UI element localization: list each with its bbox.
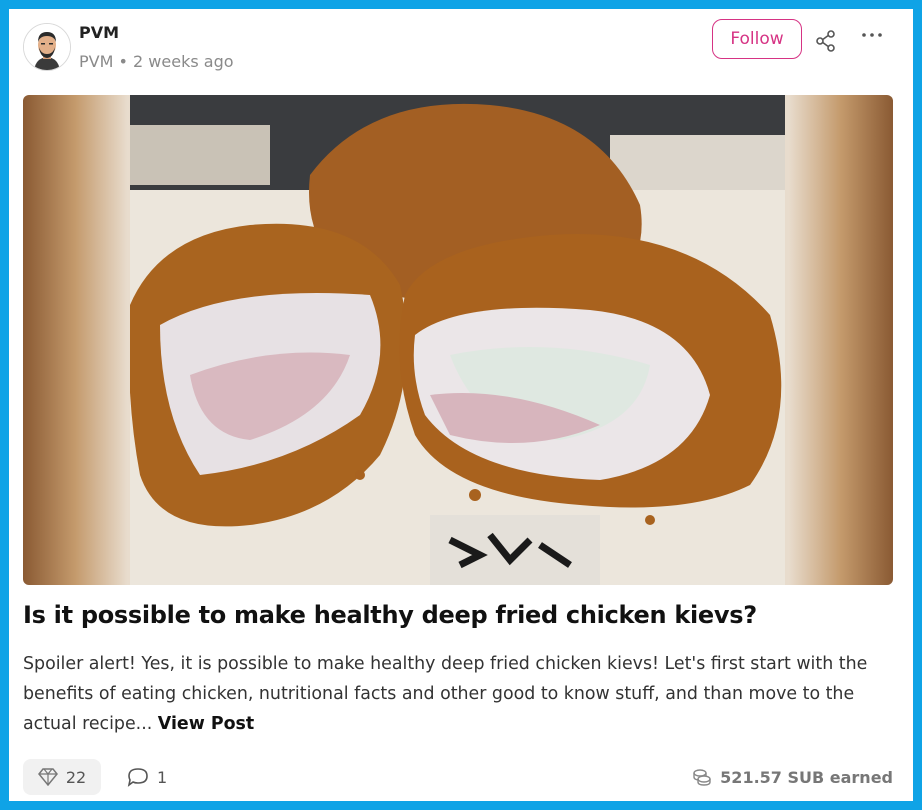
earnings: 521.57 SUB earned [692, 759, 893, 795]
comment-count: 1 [157, 767, 168, 787]
author-handle[interactable]: PVM [79, 52, 113, 71]
share-button[interactable] [814, 29, 838, 53]
more-options-button[interactable] [858, 23, 886, 47]
share-icon [816, 30, 835, 52]
comments-button[interactable]: 1 [127, 759, 167, 795]
meta-separator: • [118, 52, 128, 71]
excerpt-text: Spoiler alert! Yes, it is possible to ma… [23, 654, 868, 734]
post-header: PVM PVM • 2 weeks ago Follow [9, 9, 913, 89]
upvote-count: 22 [65, 767, 87, 787]
post-meta: PVM • 2 weeks ago [79, 52, 234, 71]
earned-amount: 521.57 SUB earned [720, 767, 893, 787]
avatar-illustration [24, 24, 70, 70]
post-excerpt: Spoiler alert! Yes, it is possible to ma… [23, 649, 893, 739]
author-avatar[interactable] [23, 23, 71, 71]
post-card: PVM PVM • 2 weeks ago Follow Is it possi… [9, 9, 913, 801]
view-post-link[interactable]: View Post [158, 714, 254, 734]
coins-icon [693, 769, 711, 786]
post-footer: 22 1 521.57 SUB earned [9, 757, 913, 797]
author-name[interactable]: PVM [79, 23, 119, 42]
post-image[interactable] [23, 95, 893, 585]
upvote-button[interactable]: 22 [23, 759, 101, 795]
follow-button[interactable]: Follow [712, 19, 802, 59]
chicken-kiev-photo [128, 95, 785, 585]
more-icon [862, 33, 882, 37]
photo-illustration [128, 95, 785, 585]
comment-icon [127, 768, 148, 787]
post-title[interactable]: Is it possible to make healthy deep frie… [23, 601, 903, 629]
diamond-icon [37, 768, 58, 786]
post-time: 2 weeks ago [133, 52, 234, 71]
